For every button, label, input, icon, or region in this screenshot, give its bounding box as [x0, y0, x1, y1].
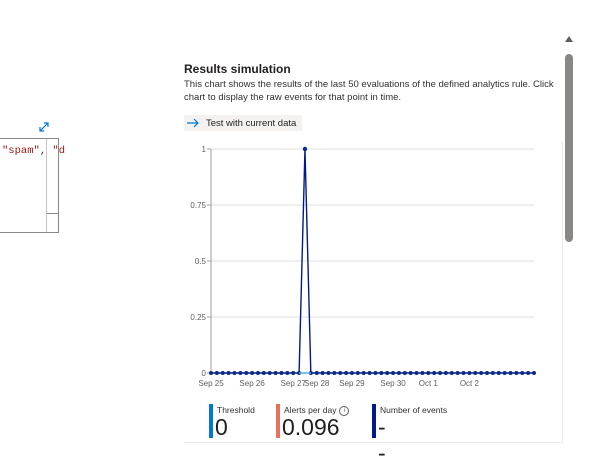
- y-tick-label: 0.25: [190, 313, 206, 322]
- y-tick-label: 0.5: [195, 257, 207, 266]
- data-point: [414, 371, 419, 375]
- data-point: [209, 371, 213, 375]
- data-point: [226, 371, 231, 375]
- results-chart[interactable]: 0 0.25 0.5 0.75 1 Sep 25 Sep 26 Sep 27 Sep 28 Sep…: [184, 142, 563, 443]
- results-title: Results simulation: [184, 62, 291, 76]
- data-point: [532, 371, 536, 375]
- page-scrollbar-thumb[interactable]: [565, 54, 573, 242]
- data-point: [432, 371, 437, 375]
- y-tick-label: 0.75: [190, 201, 206, 210]
- data-point: [455, 371, 460, 375]
- y-tick-label: 1: [202, 145, 207, 154]
- legend-label: Number of events: [380, 405, 448, 415]
- data-point: [367, 371, 372, 375]
- data-point: [396, 371, 401, 375]
- data-point: [473, 371, 478, 375]
- data-point: [355, 371, 360, 375]
- data-point: [320, 371, 325, 375]
- x-tick-label: Sep 29: [339, 379, 365, 388]
- legend-value: 0: [215, 414, 228, 440]
- data-point: [220, 371, 225, 375]
- data-point: [349, 371, 354, 375]
- legend-value: --: [378, 414, 386, 466]
- x-tick-label: Sep 25: [198, 379, 224, 388]
- data-point: [314, 371, 319, 375]
- data-point: [326, 371, 331, 375]
- data-point: [408, 371, 413, 375]
- data-point: [291, 371, 296, 375]
- data-point: [338, 371, 343, 375]
- data-point: [402, 371, 407, 375]
- data-point: [232, 371, 237, 375]
- data-point: [250, 371, 255, 375]
- x-tick-label: Sep 26: [239, 379, 265, 388]
- data-point: [244, 371, 249, 375]
- query-editor[interactable]: "spam", "d: [0, 138, 65, 233]
- data-point: [490, 371, 495, 375]
- info-icon[interactable]: i: [339, 405, 350, 416]
- data-point: [332, 371, 337, 375]
- data-point: [214, 371, 219, 375]
- data-point: [443, 371, 448, 375]
- scroll-up-arrow-icon[interactable]: [565, 36, 573, 42]
- data-point: [391, 371, 396, 375]
- data-point: [526, 371, 531, 375]
- code-string: "spam": [2, 145, 40, 157]
- data-point: [479, 371, 484, 375]
- x-tick-label: Oct 1: [419, 379, 439, 388]
- editor-scrollbar[interactable]: [46, 139, 58, 232]
- data-point: [273, 371, 278, 375]
- arrow-right-icon: [187, 118, 199, 128]
- data-point: [485, 371, 490, 375]
- chart-svg[interactable]: 0 0.25 0.5 0.75 1 Sep 25 Sep 26 Sep 27Sep 28 Sep…: [184, 142, 562, 392]
- expand-icon[interactable]: [37, 120, 51, 134]
- x-tick-label: Sep 28: [304, 379, 330, 388]
- x-tick-label: Oct 2: [460, 379, 480, 388]
- data-point: [361, 371, 366, 375]
- legend-value: 0.096: [282, 414, 340, 440]
- data-point: [420, 371, 425, 375]
- data-point: [379, 371, 384, 375]
- results-description: This chart shows the results of the last…: [184, 79, 554, 103]
- x-tick-label: Sep 30: [380, 379, 406, 388]
- y-tick-label: 0: [202, 369, 207, 378]
- data-point: [373, 371, 378, 375]
- data-point: [255, 371, 260, 375]
- data-point: [467, 371, 472, 375]
- data-point: [496, 371, 501, 375]
- data-point: [426, 371, 431, 375]
- data-point: [261, 371, 266, 375]
- data-point: [238, 371, 243, 375]
- data-point: [285, 371, 290, 375]
- data-point: [302, 146, 308, 152]
- data-point: [508, 371, 513, 375]
- data-point: [461, 371, 466, 375]
- data-point: [279, 371, 284, 375]
- test-with-current-data-button[interactable]: Test with current data: [184, 115, 303, 131]
- data-point: [267, 371, 272, 375]
- data-point: [514, 371, 519, 375]
- data-point: [344, 371, 349, 375]
- test-button-label: Test with current data: [206, 117, 297, 129]
- x-tick-label: Sep 27: [281, 379, 307, 388]
- data-point: [438, 371, 443, 375]
- data-point: [449, 371, 454, 375]
- data-point: [520, 371, 525, 375]
- data-point: [385, 371, 390, 375]
- data-point: [502, 371, 507, 375]
